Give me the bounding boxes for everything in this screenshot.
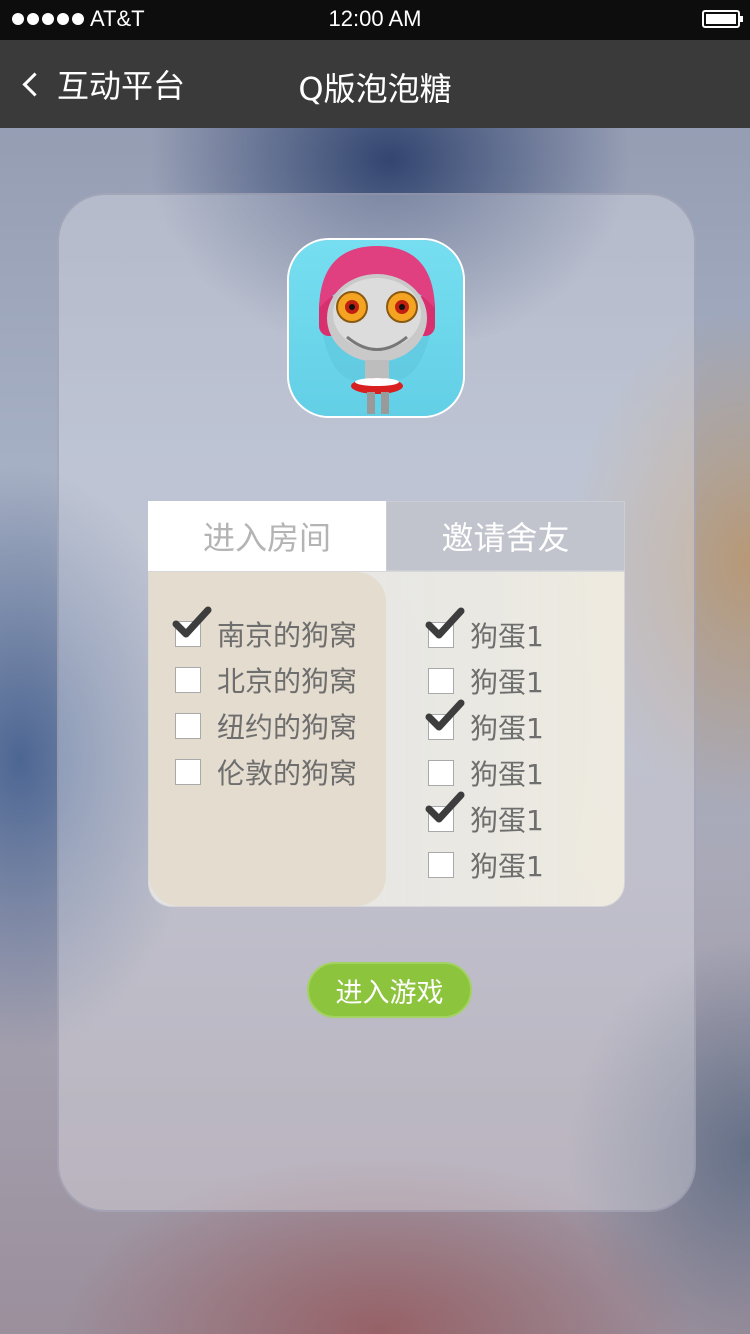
room-item[interactable]: 伦敦的狗窝 <box>175 752 357 792</box>
room-label: 纽约的狗窝 <box>217 711 358 744</box>
roommate-label: 狗蛋1 <box>470 712 544 745</box>
roommate-label: 狗蛋1 <box>470 620 544 653</box>
roommate-label: 狗蛋1 <box>470 850 544 883</box>
roommate-label: 狗蛋1 <box>470 758 544 791</box>
navigation-bar: 互动平台 Q版泡泡糖 <box>0 40 750 128</box>
checkbox[interactable] <box>428 760 454 786</box>
room-item[interactable]: 北京的狗窝 <box>175 660 357 700</box>
checkbox[interactable] <box>425 699 465 740</box>
checkbox[interactable] <box>175 667 201 693</box>
roommate-label: 狗蛋1 <box>470 666 544 699</box>
screen: AT&T 12:00 AM 互动平台 Q版泡泡糖 进入房间 邀请舍友 南京的狗窝… <box>0 0 750 1334</box>
room-label: 北京的狗窝 <box>217 665 358 698</box>
roommate-item[interactable]: 狗蛋1 <box>425 699 544 747</box>
checkbox[interactable] <box>175 759 201 785</box>
page-title: Q版泡泡糖 <box>298 70 452 108</box>
selection-panel: 南京的狗窝北京的狗窝纽约的狗窝伦敦的狗窝 狗蛋1 狗蛋1 狗蛋1 狗蛋1 狗蛋1 狗蛋1 <box>148 571 625 907</box>
tab-enter-room[interactable]: 进入房间 <box>148 501 386 571</box>
room-item[interactable]: 纽约的狗窝 <box>175 706 357 746</box>
clock: 12:00 AM <box>328 6 422 31</box>
checkbox[interactable] <box>175 713 201 739</box>
roommate-item[interactable]: 狗蛋1 <box>425 607 544 655</box>
checkbox[interactable] <box>425 791 465 832</box>
checkbox[interactable] <box>425 607 465 648</box>
battery-icon <box>702 10 743 28</box>
roommate-item[interactable]: 狗蛋1 <box>428 845 544 885</box>
room-item[interactable]: 南京的狗窝 <box>172 606 358 654</box>
enter-game-button[interactable]: 进入游戏 <box>307 962 472 1018</box>
checkmark-icon <box>425 607 465 639</box>
checkbox[interactable] <box>428 668 454 694</box>
robot-mascot-icon <box>289 240 463 416</box>
checkbox[interactable] <box>172 606 212 647</box>
status-bar: AT&T 12:00 AM <box>0 0 750 40</box>
checkmark-icon <box>425 791 465 823</box>
tab-invite-roommates[interactable]: 邀请舍友 <box>386 501 625 571</box>
checkmark-icon <box>425 699 465 731</box>
roommate-label: 狗蛋1 <box>470 804 544 837</box>
checkbox[interactable] <box>428 852 454 878</box>
checkmark-icon <box>172 606 212 638</box>
room-label: 伦敦的狗窝 <box>217 757 358 790</box>
room-label: 南京的狗窝 <box>217 619 358 652</box>
roommate-item[interactable]: 狗蛋1 <box>425 791 544 839</box>
